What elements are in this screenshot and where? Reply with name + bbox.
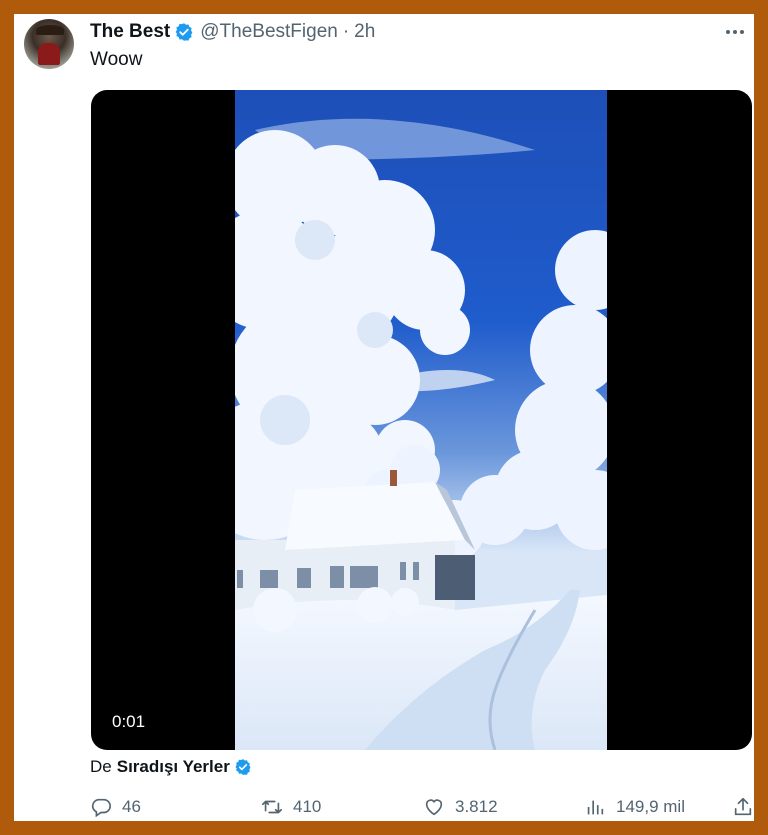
snow-scene-video-frame [235, 90, 607, 750]
retweet-button[interactable]: 410 [261, 795, 321, 819]
retweet-count: 410 [293, 797, 322, 816]
like-icon [425, 799, 443, 816]
verified-badge-icon [235, 759, 251, 775]
timestamp[interactable]: 2h [354, 21, 375, 43]
author-name[interactable]: The Best [90, 21, 170, 43]
author-handle[interactable]: @TheBestFigen [200, 21, 338, 43]
avatar[interactable] [24, 19, 74, 69]
tweet-header: The Best @TheBestFigen · 2h [90, 20, 375, 44]
share-button[interactable] [732, 795, 754, 819]
like-count: 3.812 [455, 797, 498, 816]
separator: · [342, 21, 350, 42]
more-icon[interactable] [720, 20, 750, 44]
reply-icon [91, 798, 111, 818]
tweet-text: Woow [90, 49, 143, 70]
share-icon [734, 797, 752, 816]
attribution-source[interactable]: Sıradışı Yerler [117, 757, 230, 777]
like-button[interactable]: 3.812 [423, 795, 498, 819]
video-player[interactable]: 0:01 [91, 90, 752, 750]
video-timecode: 0:01 [112, 712, 146, 731]
views-button[interactable]: 149,9 mil [584, 795, 685, 819]
retweet-icon [262, 800, 282, 814]
views-count: 149,9 mil [616, 797, 685, 816]
tweet-card: The Best @TheBestFigen · 2h Woow 0:01 De… [14, 14, 754, 821]
attribution-prefix: De [90, 757, 112, 776]
tweet-actions: 46 410 3.812 149,9 mil [90, 795, 754, 819]
views-icon [587, 800, 604, 815]
verified-badge-icon [175, 23, 193, 41]
reply-count: 46 [122, 797, 141, 816]
reply-button[interactable]: 46 [90, 795, 141, 819]
video-attribution: De Sıradışı Yerler [90, 757, 252, 777]
